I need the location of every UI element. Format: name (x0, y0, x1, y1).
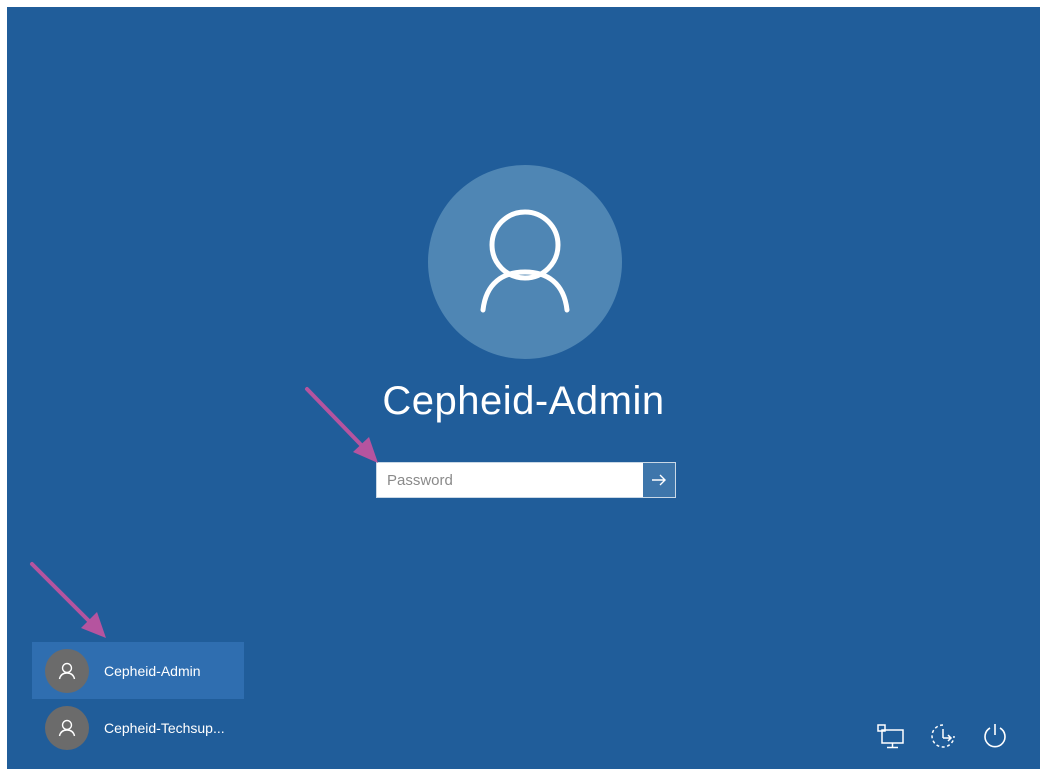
user-list-item-label: Cepheid-Admin (104, 662, 201, 679)
user-icon (480, 209, 570, 313)
user-list-item[interactable]: Cepheid-Admin (32, 642, 244, 699)
user-avatar (428, 165, 622, 359)
password-box (376, 462, 676, 498)
user-list: Cepheid-Admin Cepheid-Techsup... (32, 642, 244, 756)
user-icon (58, 662, 76, 679)
avatar (45, 705, 89, 750)
lock-screen: Cepheid-Admin Cepheid-Admin Cepheid-Tech… (7, 7, 1040, 769)
username-title: Cepheid-Admin (382, 379, 665, 423)
submit-button[interactable] (643, 463, 675, 497)
system-icons (876, 721, 1010, 751)
arrow-right-icon (652, 474, 666, 486)
power-icon[interactable] (980, 721, 1010, 751)
user-list-item-label: Cepheid-Techsup... (104, 719, 225, 736)
annotation-arrow (30, 562, 106, 638)
password-input[interactable] (377, 463, 643, 497)
ease-of-access-icon[interactable] (928, 721, 958, 751)
user-icon (58, 719, 76, 736)
user-list-item[interactable]: Cepheid-Techsup... (32, 699, 244, 756)
network-icon[interactable] (876, 721, 906, 751)
avatar (45, 648, 89, 693)
